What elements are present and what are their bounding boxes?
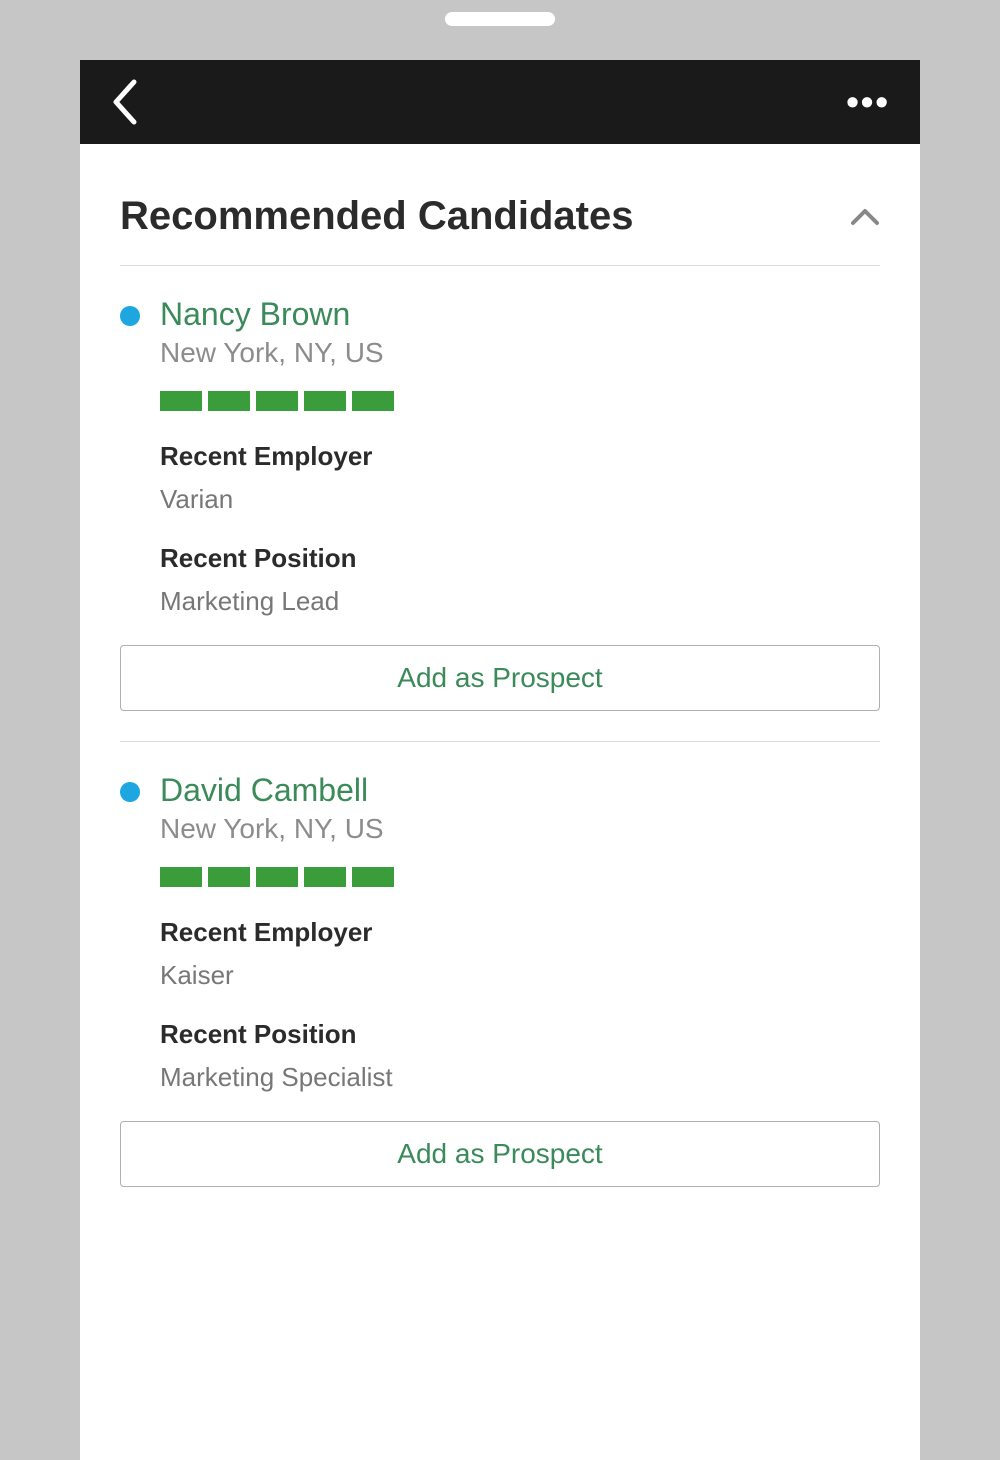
candidate-card: Nancy Brown New York, NY, US Recent Empl… — [120, 266, 880, 742]
candidate-name[interactable]: David Cambell — [160, 772, 880, 809]
recent-position-label: Recent Position — [160, 543, 880, 574]
app-screen: ••• Recommended Candidates Nancy Brown — [80, 60, 920, 1460]
candidate-rating — [160, 391, 880, 411]
candidate-rating — [160, 867, 880, 887]
rating-segment — [208, 391, 250, 411]
rating-segment — [160, 867, 202, 887]
rating-segment — [208, 867, 250, 887]
collapse-toggle[interactable] — [850, 208, 880, 226]
recent-position-label: Recent Position — [160, 1019, 880, 1050]
recent-employer-label: Recent Employer — [160, 441, 880, 472]
top-bar: ••• — [80, 60, 920, 144]
section-header[interactable]: Recommended Candidates — [120, 144, 880, 266]
more-options-button[interactable]: ••• — [846, 84, 890, 120]
candidate-location: New York, NY, US — [160, 813, 880, 845]
add-as-prospect-button[interactable]: Add as Prospect — [120, 645, 880, 711]
recent-employer-label: Recent Employer — [160, 917, 880, 948]
rating-segment — [256, 391, 298, 411]
candidate-card: David Cambell New York, NY, US Recent Em… — [120, 742, 880, 1187]
chevron-up-icon — [850, 208, 880, 226]
device-speaker — [445, 12, 555, 26]
status-dot-icon — [120, 782, 140, 802]
back-button[interactable] — [110, 78, 140, 126]
rating-segment — [352, 867, 394, 887]
rating-segment — [304, 867, 346, 887]
rating-segment — [160, 391, 202, 411]
candidate-location: New York, NY, US — [160, 337, 880, 369]
recent-employer-value: Kaiser — [160, 960, 880, 991]
recent-position-value: Marketing Lead — [160, 586, 880, 617]
candidate-name[interactable]: Nancy Brown — [160, 296, 880, 333]
recent-employer-value: Varian — [160, 484, 880, 515]
chevron-left-icon — [110, 78, 140, 126]
rating-segment — [304, 391, 346, 411]
more-dots-icon: ••• — [846, 81, 890, 122]
rating-segment — [256, 867, 298, 887]
status-dot-icon — [120, 306, 140, 326]
recent-position-value: Marketing Specialist — [160, 1062, 880, 1093]
section-title: Recommended Candidates — [120, 194, 633, 239]
rating-segment — [352, 391, 394, 411]
add-as-prospect-button[interactable]: Add as Prospect — [120, 1121, 880, 1187]
